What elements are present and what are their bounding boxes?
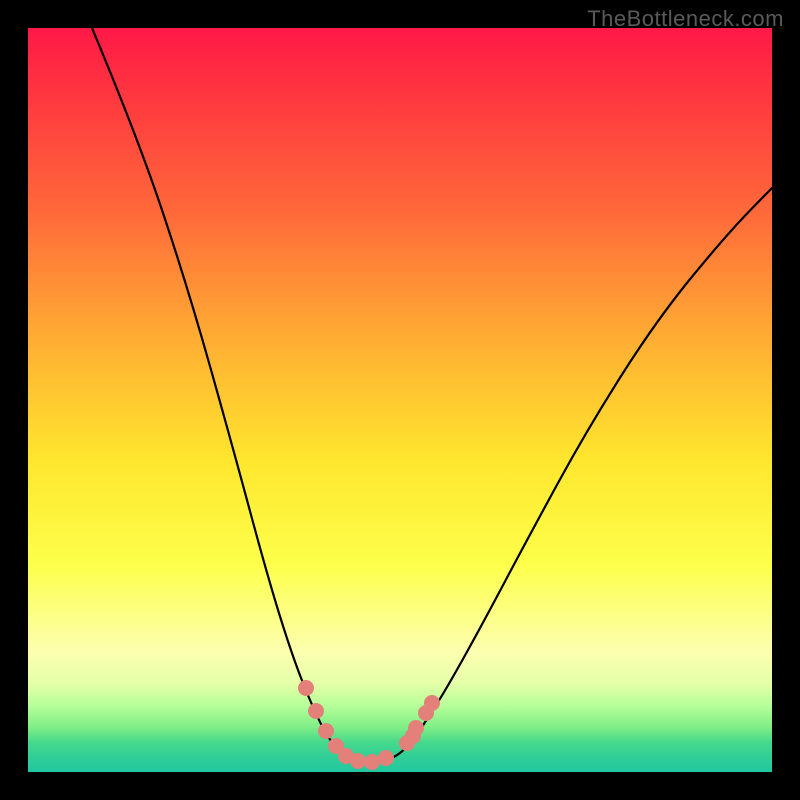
- highlight-dot: [350, 753, 366, 769]
- curve-svg: [28, 28, 772, 772]
- highlight-dot: [424, 695, 440, 711]
- bottleneck-curve: [92, 28, 772, 763]
- outer-frame: TheBottleneck.com: [0, 0, 800, 800]
- highlight-dot: [308, 703, 324, 719]
- highlight-dots: [298, 680, 440, 770]
- watermark-text: TheBottleneck.com: [587, 6, 784, 32]
- highlight-dot: [318, 723, 334, 739]
- highlight-dot: [408, 720, 424, 736]
- plot-area: [28, 28, 772, 772]
- highlight-dot: [298, 680, 314, 696]
- highlight-dot: [364, 754, 380, 770]
- highlight-dot: [378, 750, 394, 766]
